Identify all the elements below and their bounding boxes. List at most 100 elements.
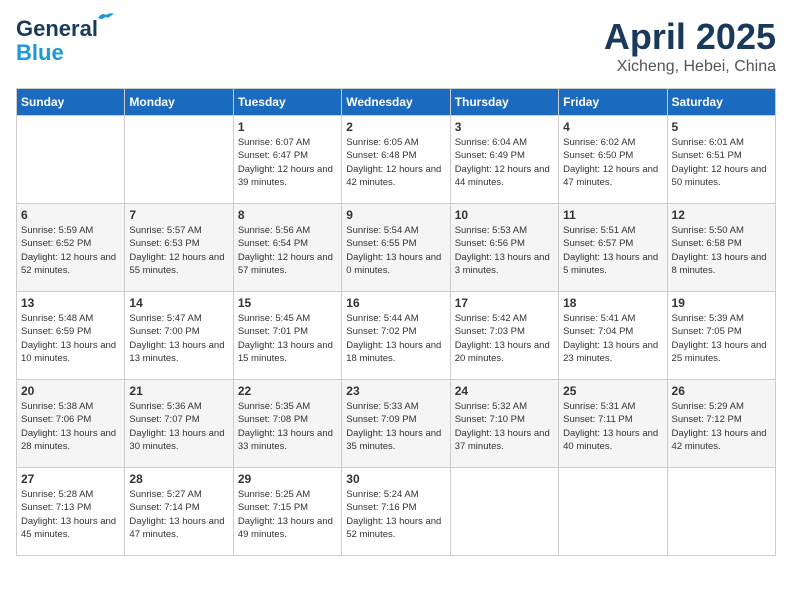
calendar-week-row: 1 Sunrise: 6:07 AM Sunset: 6:47 PM Daylig… [17,116,776,204]
day-number: 15 [238,296,337,310]
day-number: 4 [563,120,662,134]
calendar-cell: 16 Sunrise: 5:44 AM Sunset: 7:02 PM Dayli… [342,292,450,380]
day-number: 23 [346,384,445,398]
day-number: 10 [455,208,554,222]
calendar-cell: 12Sunrise: 5:50 AM Sunset: 6:58 PM Dayli… [667,204,775,292]
day-info: Sunrise: 5:56 AM Sunset: 6:54 PM Dayligh… [238,224,337,277]
day-number: 16 [346,296,445,310]
calendar-cell: 15Sunrise: 5:45 AM Sunset: 7:01 PM Dayli… [233,292,341,380]
calendar-cell: 28Sunrise: 5:27 AM Sunset: 7:14 PM Dayli… [125,468,233,556]
day-header-wednesday: Wednesday [342,89,450,116]
calendar-cell: 25 Sunrise: 5:31 AM Sunset: 7:11 PM Dayli… [559,380,667,468]
calendar-week-row: 20 Sunrise: 5:38 AM Sunset: 7:06 PM Dayli… [17,380,776,468]
day-info: Sunrise: 5:47 AM Sunset: 7:00 PM Dayligh… [129,312,228,365]
calendar-cell: 24Sunrise: 5:32 AM Sunset: 7:10 PM Dayli… [450,380,558,468]
day-info: Sunrise: 5:48 AM Sunset: 6:59 PM Dayligh… [21,312,120,365]
day-info: Sunrise: 5:29 AM Sunset: 7:12 PM Dayligh… [672,400,771,453]
calendar-cell: 22 Sunrise: 5:35 AM Sunset: 7:08 PM Dayli… [233,380,341,468]
logo-general: General [16,16,98,41]
day-number: 17 [455,296,554,310]
calendar-cell: 2 Sunrise: 6:05 AM Sunset: 6:48 PM Daylig… [342,116,450,204]
day-number: 12 [672,208,771,222]
day-header-thursday: Thursday [450,89,558,116]
calendar-cell: 17Sunrise: 5:42 AM Sunset: 7:03 PM Dayli… [450,292,558,380]
day-info: Sunrise: 5:24 AM Sunset: 7:16 PM Dayligh… [346,488,445,541]
logo: General Blue [16,16,98,66]
calendar-table: SundayMondayTuesdayWednesdayThursdayFrid… [16,88,776,556]
calendar-cell: 10Sunrise: 5:53 AM Sunset: 6:56 PM Dayli… [450,204,558,292]
day-info: Sunrise: 5:39 AM Sunset: 7:05 PM Dayligh… [672,312,771,365]
day-number: 29 [238,472,337,486]
calendar-week-row: 13 Sunrise: 5:48 AM Sunset: 6:59 PM Dayli… [17,292,776,380]
day-number: 5 [672,120,771,134]
calendar-cell [125,116,233,204]
bird-icon [96,10,116,26]
day-number: 13 [21,296,120,310]
calendar-cell: 3 Sunrise: 6:04 AM Sunset: 6:49 PM Daylig… [450,116,558,204]
calendar-cell: 11Sunrise: 5:51 AM Sunset: 6:57 PM Dayli… [559,204,667,292]
calendar-cell: 19 Sunrise: 5:39 AM Sunset: 7:05 PM Dayli… [667,292,775,380]
day-number: 6 [21,208,120,222]
day-number: 2 [346,120,445,134]
calendar-week-row: 6Sunrise: 5:59 AM Sunset: 6:52 PM Daylig… [17,204,776,292]
day-number: 22 [238,384,337,398]
day-number: 26 [672,384,771,398]
day-header-friday: Friday [559,89,667,116]
calendar-cell [450,468,558,556]
calendar-cell: 18 Sunrise: 5:41 AM Sunset: 7:04 PM Dayli… [559,292,667,380]
calendar-cell: 8Sunrise: 5:56 AM Sunset: 6:54 PM Daylig… [233,204,341,292]
calendar-week-row: 27Sunrise: 5:28 AM Sunset: 7:13 PM Dayli… [17,468,776,556]
day-number: 25 [563,384,662,398]
day-info: Sunrise: 6:01 AM Sunset: 6:51 PM Dayligh… [672,136,771,189]
day-info: Sunrise: 5:41 AM Sunset: 7:04 PM Dayligh… [563,312,662,365]
day-number: 20 [21,384,120,398]
day-number: 28 [129,472,228,486]
calendar-cell: 14 Sunrise: 5:47 AM Sunset: 7:00 PM Dayli… [125,292,233,380]
calendar-cell: 5 Sunrise: 6:01 AM Sunset: 6:51 PM Daylig… [667,116,775,204]
day-number: 24 [455,384,554,398]
logo-blue: Blue [16,40,64,66]
day-number: 14 [129,296,228,310]
day-number: 19 [672,296,771,310]
calendar-cell: 30 Sunrise: 5:24 AM Sunset: 7:16 PM Dayli… [342,468,450,556]
calendar-cell: 13 Sunrise: 5:48 AM Sunset: 6:59 PM Dayli… [17,292,125,380]
calendar-cell: 6Sunrise: 5:59 AM Sunset: 6:52 PM Daylig… [17,204,125,292]
calendar-cell: 29 Sunrise: 5:25 AM Sunset: 7:15 PM Dayli… [233,468,341,556]
calendar-body: 1 Sunrise: 6:07 AM Sunset: 6:47 PM Daylig… [17,116,776,556]
calendar-cell [559,468,667,556]
calendar-cell: 23 Sunrise: 5:33 AM Sunset: 7:09 PM Dayli… [342,380,450,468]
calendar-cell [17,116,125,204]
day-number: 1 [238,120,337,134]
day-number: 18 [563,296,662,310]
day-info: Sunrise: 6:07 AM Sunset: 6:47 PM Dayligh… [238,136,337,189]
day-number: 27 [21,472,120,486]
calendar-cell: 7Sunrise: 5:57 AM Sunset: 6:53 PM Daylig… [125,204,233,292]
day-header-saturday: Saturday [667,89,775,116]
day-number: 21 [129,384,228,398]
day-number: 9 [346,208,445,222]
day-info: Sunrise: 5:38 AM Sunset: 7:06 PM Dayligh… [21,400,120,453]
calendar-cell: 20 Sunrise: 5:38 AM Sunset: 7:06 PM Dayli… [17,380,125,468]
day-number: 11 [563,208,662,222]
day-info: Sunrise: 5:33 AM Sunset: 7:09 PM Dayligh… [346,400,445,453]
calendar-cell: 21 Sunrise: 5:36 AM Sunset: 7:07 PM Dayli… [125,380,233,468]
day-number: 30 [346,472,445,486]
location-title: Xicheng, Hebei, China [604,58,776,76]
day-info: Sunrise: 5:35 AM Sunset: 7:08 PM Dayligh… [238,400,337,453]
calendar-cell: 4Sunrise: 6:02 AM Sunset: 6:50 PM Daylig… [559,116,667,204]
day-number: 3 [455,120,554,134]
day-info: Sunrise: 5:44 AM Sunset: 7:02 PM Dayligh… [346,312,445,365]
day-header-tuesday: Tuesday [233,89,341,116]
day-info: Sunrise: 6:05 AM Sunset: 6:48 PM Dayligh… [346,136,445,189]
day-info: Sunrise: 5:36 AM Sunset: 7:07 PM Dayligh… [129,400,228,453]
header: General Blue April 2025 Xicheng, Hebei, … [16,16,776,76]
calendar-cell [667,468,775,556]
calendar-header-row: SundayMondayTuesdayWednesdayThursdayFrid… [17,89,776,116]
day-info: Sunrise: 5:31 AM Sunset: 7:11 PM Dayligh… [563,400,662,453]
month-title: April 2025 [604,16,776,58]
day-info: Sunrise: 6:04 AM Sunset: 6:49 PM Dayligh… [455,136,554,189]
calendar-cell: 9Sunrise: 5:54 AM Sunset: 6:55 PM Daylig… [342,204,450,292]
day-info: Sunrise: 5:25 AM Sunset: 7:15 PM Dayligh… [238,488,337,541]
calendar-cell: 27Sunrise: 5:28 AM Sunset: 7:13 PM Dayli… [17,468,125,556]
calendar-cell: 1 Sunrise: 6:07 AM Sunset: 6:47 PM Daylig… [233,116,341,204]
